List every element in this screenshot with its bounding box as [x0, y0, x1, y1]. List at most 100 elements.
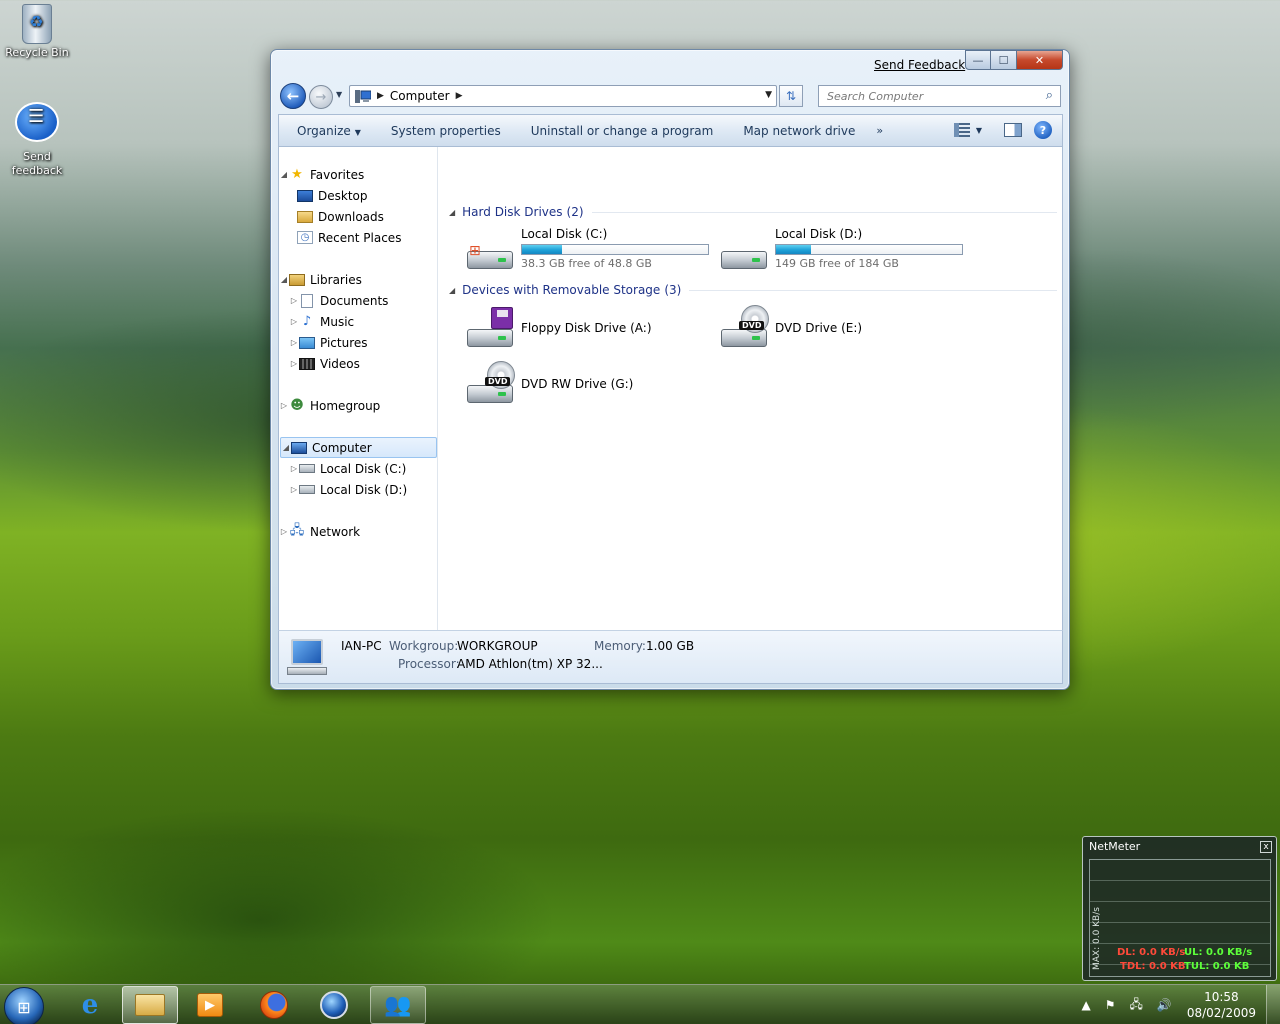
nav-music[interactable]: ▷ ♪ Music	[279, 311, 436, 332]
nav-favorites[interactable]: ◢ ★ Favorites	[279, 164, 436, 185]
collapse-icon[interactable]: ◢	[279, 170, 289, 179]
close-icon[interactable]: x	[1260, 841, 1272, 853]
nav-downloads[interactable]: Downloads	[279, 206, 436, 227]
collapse-icon[interactable]: ◢	[279, 275, 289, 284]
show-hidden-icons[interactable]: ▲	[1081, 998, 1090, 1012]
netmeter-dl: DL: 0.0 KB/s	[1117, 947, 1186, 958]
send-feedback-link[interactable]: Send Feedback	[874, 58, 965, 72]
close-button[interactable]: ✕	[1017, 50, 1063, 70]
clock[interactable]: 10:58 08/02/2009	[1187, 989, 1256, 1021]
nav-label: Homegroup	[310, 398, 381, 413]
downloads-folder-icon	[297, 210, 313, 223]
search-icon[interactable]: ⌕	[1046, 88, 1053, 103]
more-commands-button[interactable]: »	[876, 124, 883, 137]
collapse-icon[interactable]: ◢	[449, 208, 455, 217]
maximize-button[interactable]: ☐	[991, 50, 1017, 70]
preview-pane-icon[interactable]	[1004, 123, 1022, 137]
forward-button[interactable]: →	[309, 85, 333, 109]
chevron-right-icon[interactable]: ▶	[456, 91, 463, 101]
network-status-icon[interactable]: 🖧	[1129, 995, 1142, 1016]
expand-icon[interactable]: ▷	[279, 401, 289, 410]
expand-icon[interactable]: ▷	[289, 485, 299, 494]
nav-label: Music	[320, 314, 355, 329]
drive-tile-e[interactable]: DVD DVD Drive (E:)	[711, 305, 961, 353]
netmeter-graph: MAX: 0.0 KB/s	[1089, 859, 1271, 977]
organize-button[interactable]: Organize ▼	[279, 124, 376, 138]
system-properties-button[interactable]: System properties	[376, 124, 516, 138]
drive-tile-d[interactable]: Local Disk (D:) 149 GB free of 184 GB	[711, 227, 963, 275]
nav-local-disk-c[interactable]: ▷ Local Disk (C:)	[279, 458, 436, 479]
taskbar-google-earth[interactable]	[306, 986, 362, 1024]
nav-pictures[interactable]: ▷ Pictures	[279, 332, 436, 353]
collapse-icon[interactable]: ◢	[281, 443, 291, 452]
desktop-icon-recycle-bin[interactable]: Recycle Bin	[0, 4, 74, 60]
taskbar-windows-explorer[interactable]	[122, 986, 178, 1024]
nav-network[interactable]: ▷ 🖧 Network	[279, 521, 436, 542]
nav-label: Videos	[320, 356, 360, 371]
show-desktop-button[interactable]	[1266, 985, 1280, 1024]
address-bar[interactable]: ▶ Computer ▶ ▼	[349, 85, 777, 107]
expand-icon[interactable]: ▷	[289, 464, 299, 473]
internet-explorer-icon: e	[81, 990, 99, 1020]
collapse-icon[interactable]: ◢	[449, 286, 455, 295]
help-icon[interactable]: ?	[1034, 121, 1052, 139]
nav-videos[interactable]: ▷ Videos	[279, 353, 436, 374]
drive-tile-g[interactable]: DVD DVD RW Drive (G:)	[457, 361, 707, 409]
map-network-drive-button[interactable]: Map network drive	[728, 124, 870, 138]
minimize-button[interactable]: —	[965, 50, 991, 70]
desktop-icon	[297, 189, 313, 202]
toolbar-right: ▼ ?	[953, 121, 1052, 139]
volume-icon[interactable]: 🔊	[1157, 998, 1172, 1012]
taskbar-firefox[interactable]	[246, 986, 302, 1024]
taskbar-messenger[interactable]: 👥	[370, 986, 426, 1024]
expand-icon[interactable]: ▷	[289, 317, 299, 326]
drive-tile-c[interactable]: ⊞ Local Disk (C:) 38.3 GB free of 48.8 G…	[457, 227, 709, 275]
computer-icon	[285, 637, 327, 677]
drive-tile-a[interactable]: Floppy Disk Drive (A:)	[457, 305, 707, 353]
recent-pages-dropdown[interactable]: ▼	[336, 90, 342, 99]
search-input[interactable]	[827, 89, 1027, 103]
expand-icon[interactable]: ▷	[289, 338, 299, 347]
nav-desktop[interactable]: Desktop	[279, 185, 436, 206]
expand-icon[interactable]: ▷	[279, 527, 289, 536]
pictures-icon	[299, 336, 315, 349]
group-header-hard-disk-drives[interactable]: ◢ Hard Disk Drives (2)	[449, 204, 1057, 220]
drive-name: Floppy Disk Drive (A:)	[521, 321, 652, 335]
netmeter-tdl: TDL: 0.0 KB	[1120, 961, 1186, 972]
action-center-flag-icon[interactable]: ⚑	[1105, 998, 1116, 1012]
nav-local-disk-d[interactable]: ▷ Local Disk (D:)	[279, 479, 436, 500]
expand-icon[interactable]: ▷	[289, 359, 299, 368]
nav-homegroup[interactable]: ▷ ☻ Homegroup	[279, 395, 436, 416]
group-header-removable-storage[interactable]: ◢ Devices with Removable Storage (3)	[449, 282, 1057, 298]
refresh-button[interactable]: ⇅	[779, 85, 803, 107]
arrow-right-icon: →	[315, 89, 327, 105]
nav-computer[interactable]: ◢ Computer	[280, 437, 437, 458]
desktop-icon-send-feedback[interactable]: Send feedback	[0, 102, 74, 178]
windows-logo-icon: ⊞	[17, 997, 31, 1017]
taskbar-media-player[interactable]: ▶	[182, 986, 238, 1024]
processor-label: Processor:	[398, 657, 460, 671]
nav-recent-places[interactable]: ◷ Recent Places	[279, 227, 436, 248]
back-button[interactable]: ←	[280, 83, 306, 109]
chevron-right-icon[interactable]: ▶	[377, 91, 384, 101]
desktop-icon-label: Send feedback	[11, 150, 63, 177]
nav-libraries[interactable]: ◢ Libraries	[279, 269, 436, 290]
uninstall-program-button[interactable]: Uninstall or change a program	[516, 124, 729, 138]
breadcrumb-computer[interactable]: Computer	[390, 89, 450, 103]
start-button[interactable]: ⊞	[4, 987, 44, 1024]
change-view-icon[interactable]	[953, 123, 970, 137]
group-title: Devices with Removable Storage	[462, 283, 661, 297]
group-divider	[591, 211, 1057, 213]
send-feedback-icon	[15, 102, 59, 142]
taskbar-internet-explorer[interactable]: e	[62, 986, 118, 1024]
arrow-left-icon: ←	[286, 87, 300, 105]
address-dropdown-icon[interactable]: ▼	[765, 90, 772, 100]
nav-documents[interactable]: ▷ Documents	[279, 290, 436, 311]
expand-icon[interactable]: ▷	[289, 296, 299, 305]
group-title: Hard Disk Drives	[462, 205, 563, 219]
search-box[interactable]: ⌕	[818, 85, 1061, 107]
drive-name: DVD RW Drive (G:)	[521, 377, 634, 391]
drive-name: DVD Drive (E:)	[775, 321, 863, 335]
chevron-down-icon[interactable]: ▼	[976, 126, 982, 135]
pc-name: IAN-PC	[341, 639, 382, 653]
